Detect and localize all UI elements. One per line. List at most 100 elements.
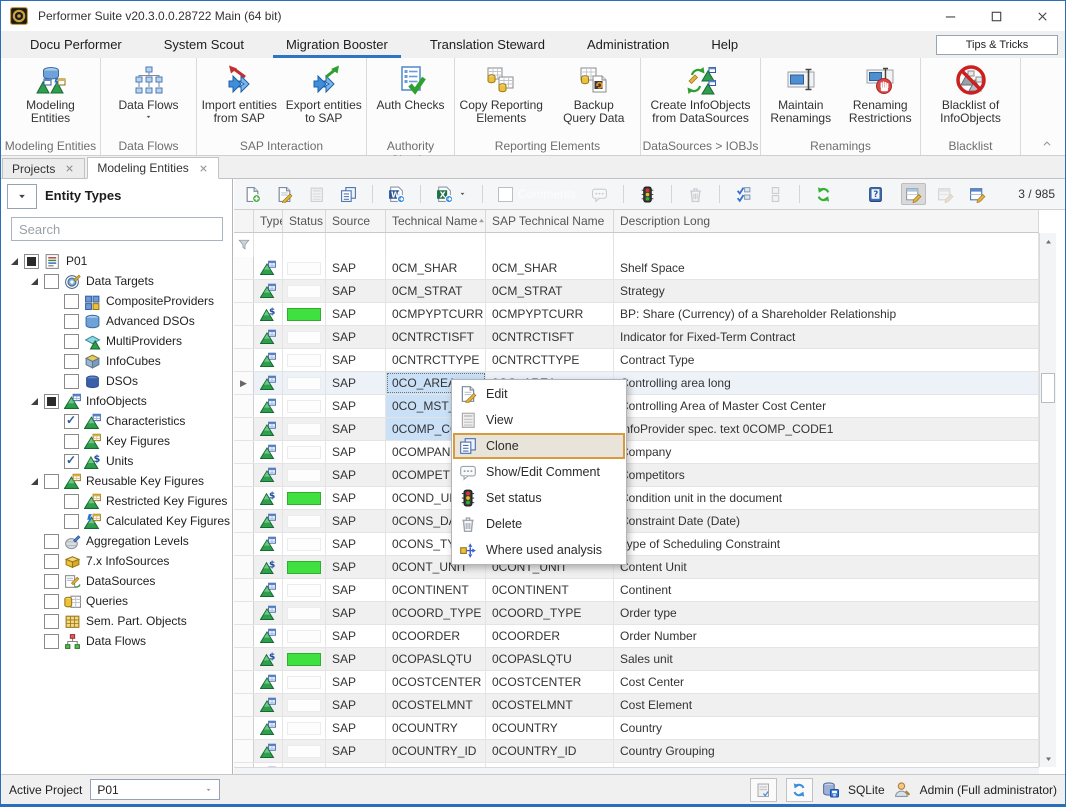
source-cell[interactable]: SAP (326, 280, 386, 302)
description-cell[interactable]: Company (614, 441, 1039, 463)
menu-migration-booster[interactable]: Migration Booster (265, 31, 409, 58)
source-cell[interactable]: SAP (326, 372, 386, 394)
sap-technical-name-cell[interactable]: 0CMPYPTCURR (486, 303, 614, 325)
sap-technical-name-cell[interactable]: 0COORD_TYPE (486, 602, 614, 624)
sap-technical-name-cell[interactable]: 0COPASLQTU (486, 648, 614, 670)
table-row-0coorder[interactable]: SAP0COORDER0COORDEROrder Number (234, 625, 1039, 648)
tree-item-key-figures[interactable]: Key Figures (1, 431, 232, 451)
horizontal-scrollbar[interactable] (234, 767, 1039, 774)
check-status-button[interactable] (735, 186, 752, 203)
sap-technical-name-cell[interactable]: 0COSTCENTER (486, 671, 614, 693)
tree-item-characteristics[interactable]: Characteristics (1, 411, 232, 431)
source-cell[interactable]: SAP (326, 625, 386, 647)
auth-checks-button[interactable]: Auth Checks (367, 62, 454, 139)
description-cell[interactable]: Cost Center (614, 671, 1039, 693)
tree-item-multiproviders[interactable]: MultiProviders (1, 331, 232, 351)
source-cell[interactable]: SAP (326, 464, 386, 486)
column-header-technical-name[interactable]: Technical Name (386, 210, 486, 232)
table-row-0coord-type[interactable]: SAP0COORD_TYPE0COORD_TYPEOrder type (234, 602, 1039, 625)
sync-button[interactable] (786, 778, 813, 802)
table-row-0cons-ty[interactable]: SAP0CONS_TY0CONS_TYType of Scheduling Co… (234, 533, 1039, 556)
view-toggle-comments[interactable] (933, 183, 958, 205)
tree-checkbox-dsos[interactable] (64, 374, 79, 389)
maximize-button[interactable] (973, 1, 1019, 31)
description-cell[interactable]: Shelf Space (614, 257, 1039, 279)
log-button[interactable] (750, 778, 777, 802)
table-row-0cm-shar[interactable]: SAP0CM_SHAR0CM_SHARShelf Space (234, 257, 1039, 280)
delete-button[interactable] (687, 186, 704, 203)
source-cell[interactable]: SAP (326, 694, 386, 716)
context-menu-clone[interactable]: Clone (453, 433, 625, 459)
column-header-type[interactable]: Type (254, 210, 283, 232)
description-cell[interactable]: Controlling area long (614, 372, 1039, 394)
technical-name-cell[interactable]: 0CM_STRAT (386, 280, 486, 302)
tab-projects[interactable]: Projects (2, 158, 85, 178)
description-cell[interactable]: Condition unit in the document (614, 487, 1039, 509)
technical-name-cell[interactable]: 0CMPYPTCURR (386, 303, 486, 325)
column-header-description-long[interactable]: Description Long (614, 210, 1039, 232)
sap-technical-name-cell[interactable]: 0COORDER (486, 625, 614, 647)
filter-cell-type[interactable] (254, 233, 283, 257)
description-cell[interactable]: Contract Type (614, 349, 1039, 371)
source-cell[interactable]: SAP (326, 349, 386, 371)
description-cell[interactable]: Controlling Area of Master Cost Center (614, 395, 1039, 417)
tree-item-compositeproviders[interactable]: CompositeProviders (1, 291, 232, 311)
modeling-entities-button[interactable]: ModelingEntities (1, 62, 100, 139)
tree-checkbox-data-flows[interactable] (44, 634, 59, 649)
tree-checkbox-data-targets[interactable] (44, 274, 59, 289)
maintain-renamings-button[interactable]: MaintainRenamings (761, 62, 841, 139)
source-cell[interactable]: SAP (326, 257, 386, 279)
data-flows-button[interactable]: Data Flows (101, 62, 196, 139)
ribbon-collapse-button[interactable] (1041, 139, 1053, 149)
description-cell[interactable]: Type of Scheduling Constraint (614, 533, 1039, 555)
tree-item-reusable-key-figures[interactable]: Reusable Key Figures (1, 471, 232, 491)
source-cell[interactable]: SAP (326, 740, 386, 762)
table-row-0country[interactable]: SAP0COUNTRY0COUNTRYCountry (234, 717, 1039, 740)
tree-checkbox-queries[interactable] (44, 594, 59, 609)
description-cell[interactable]: BP: Share (Currency) of a Shareholder Re… (614, 303, 1039, 325)
description-cell[interactable]: Country (614, 717, 1039, 739)
tree-checkbox-multiproviders[interactable] (64, 334, 79, 349)
scroll-down-button[interactable] (1041, 751, 1055, 766)
tree-item-advanced-dsos[interactable]: Advanced DSOs (1, 311, 232, 331)
source-cell[interactable]: SAP (326, 326, 386, 348)
tree-checkbox-infocubes[interactable] (64, 354, 79, 369)
description-cell[interactable]: Order type (614, 602, 1039, 624)
close-button[interactable] (1019, 1, 1065, 31)
table-row-0cntrcttype[interactable]: SAP0CNTRCTTYPE0CNTRCTTYPEContract Type (234, 349, 1039, 372)
technical-name-cell[interactable]: 0COORD_TYPE (386, 602, 486, 624)
sap-technical-name-cell[interactable]: 0CNTRCTISFT (486, 326, 614, 348)
renaming-restrictions-button[interactable]: RenamingRestrictions (841, 62, 921, 139)
table-row-0company[interactable]: SAP0COMPANY0COMPANYCompany (234, 441, 1039, 464)
filter-cell-sap-technical-name[interactable] (486, 233, 614, 257)
blacklist-infoobjects-button[interactable]: Blacklist ofInfoObjects (921, 62, 1020, 139)
comments-checkbox[interactable] (498, 187, 513, 202)
menu-translation-steward[interactable]: Translation Steward (409, 31, 566, 58)
scroll-up-button[interactable] (1041, 234, 1055, 249)
tree-checkbox-sem-part-objects[interactable] (44, 614, 59, 629)
table-row-0continent[interactable]: SAP0CONTINENT0CONTINENTContinent (234, 579, 1039, 602)
tree-item-sem-part-objects[interactable]: Sem. Part. Objects (1, 611, 232, 631)
scrollbar-thumb[interactable] (1041, 373, 1055, 403)
column-header-sap-technical-name[interactable]: SAP Technical Name (486, 210, 614, 232)
source-cell[interactable]: SAP (326, 533, 386, 555)
clone-entity-button[interactable] (340, 186, 357, 203)
source-cell[interactable]: SAP (326, 556, 386, 578)
description-cell[interactable]: Cost Element (614, 694, 1039, 716)
view-entity-button[interactable] (308, 186, 325, 203)
entity-types-menu-button[interactable] (7, 184, 37, 209)
vertical-scrollbar[interactable] (1039, 233, 1056, 767)
column-header-source[interactable]: Source (326, 210, 386, 232)
tree-item-infocubes[interactable]: InfoCubes (1, 351, 232, 371)
minimize-button[interactable] (927, 1, 973, 31)
tree-checkbox-reusable-key-figures[interactable] (44, 474, 59, 489)
menu-administration[interactable]: Administration (566, 31, 690, 58)
tree-item-dsos[interactable]: DSOs (1, 371, 232, 391)
source-cell[interactable]: SAP (326, 671, 386, 693)
technical-name-cell[interactable]: 0COSTELMNT (386, 694, 486, 716)
tree-checkbox-key-figures[interactable] (64, 434, 79, 449)
tree-checkbox-infoobjects[interactable] (44, 394, 59, 409)
description-cell[interactable]: InfoProvider spec. text 0COMP_CODE1 (614, 418, 1039, 440)
tree-checkbox-7-x-infosources[interactable] (44, 554, 59, 569)
tree-item-7-x-infosources[interactable]: 7.x InfoSources (1, 551, 232, 571)
